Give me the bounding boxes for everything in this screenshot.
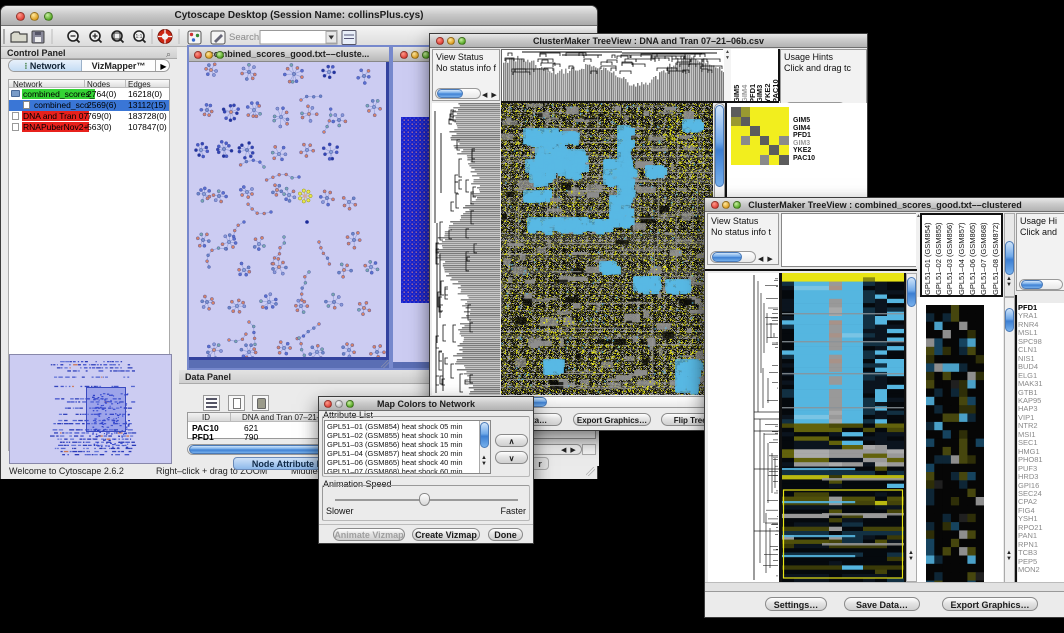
svg-text:1:1: 1:1 [136, 34, 143, 40]
svg-text:Search:: Search: [229, 32, 262, 43]
